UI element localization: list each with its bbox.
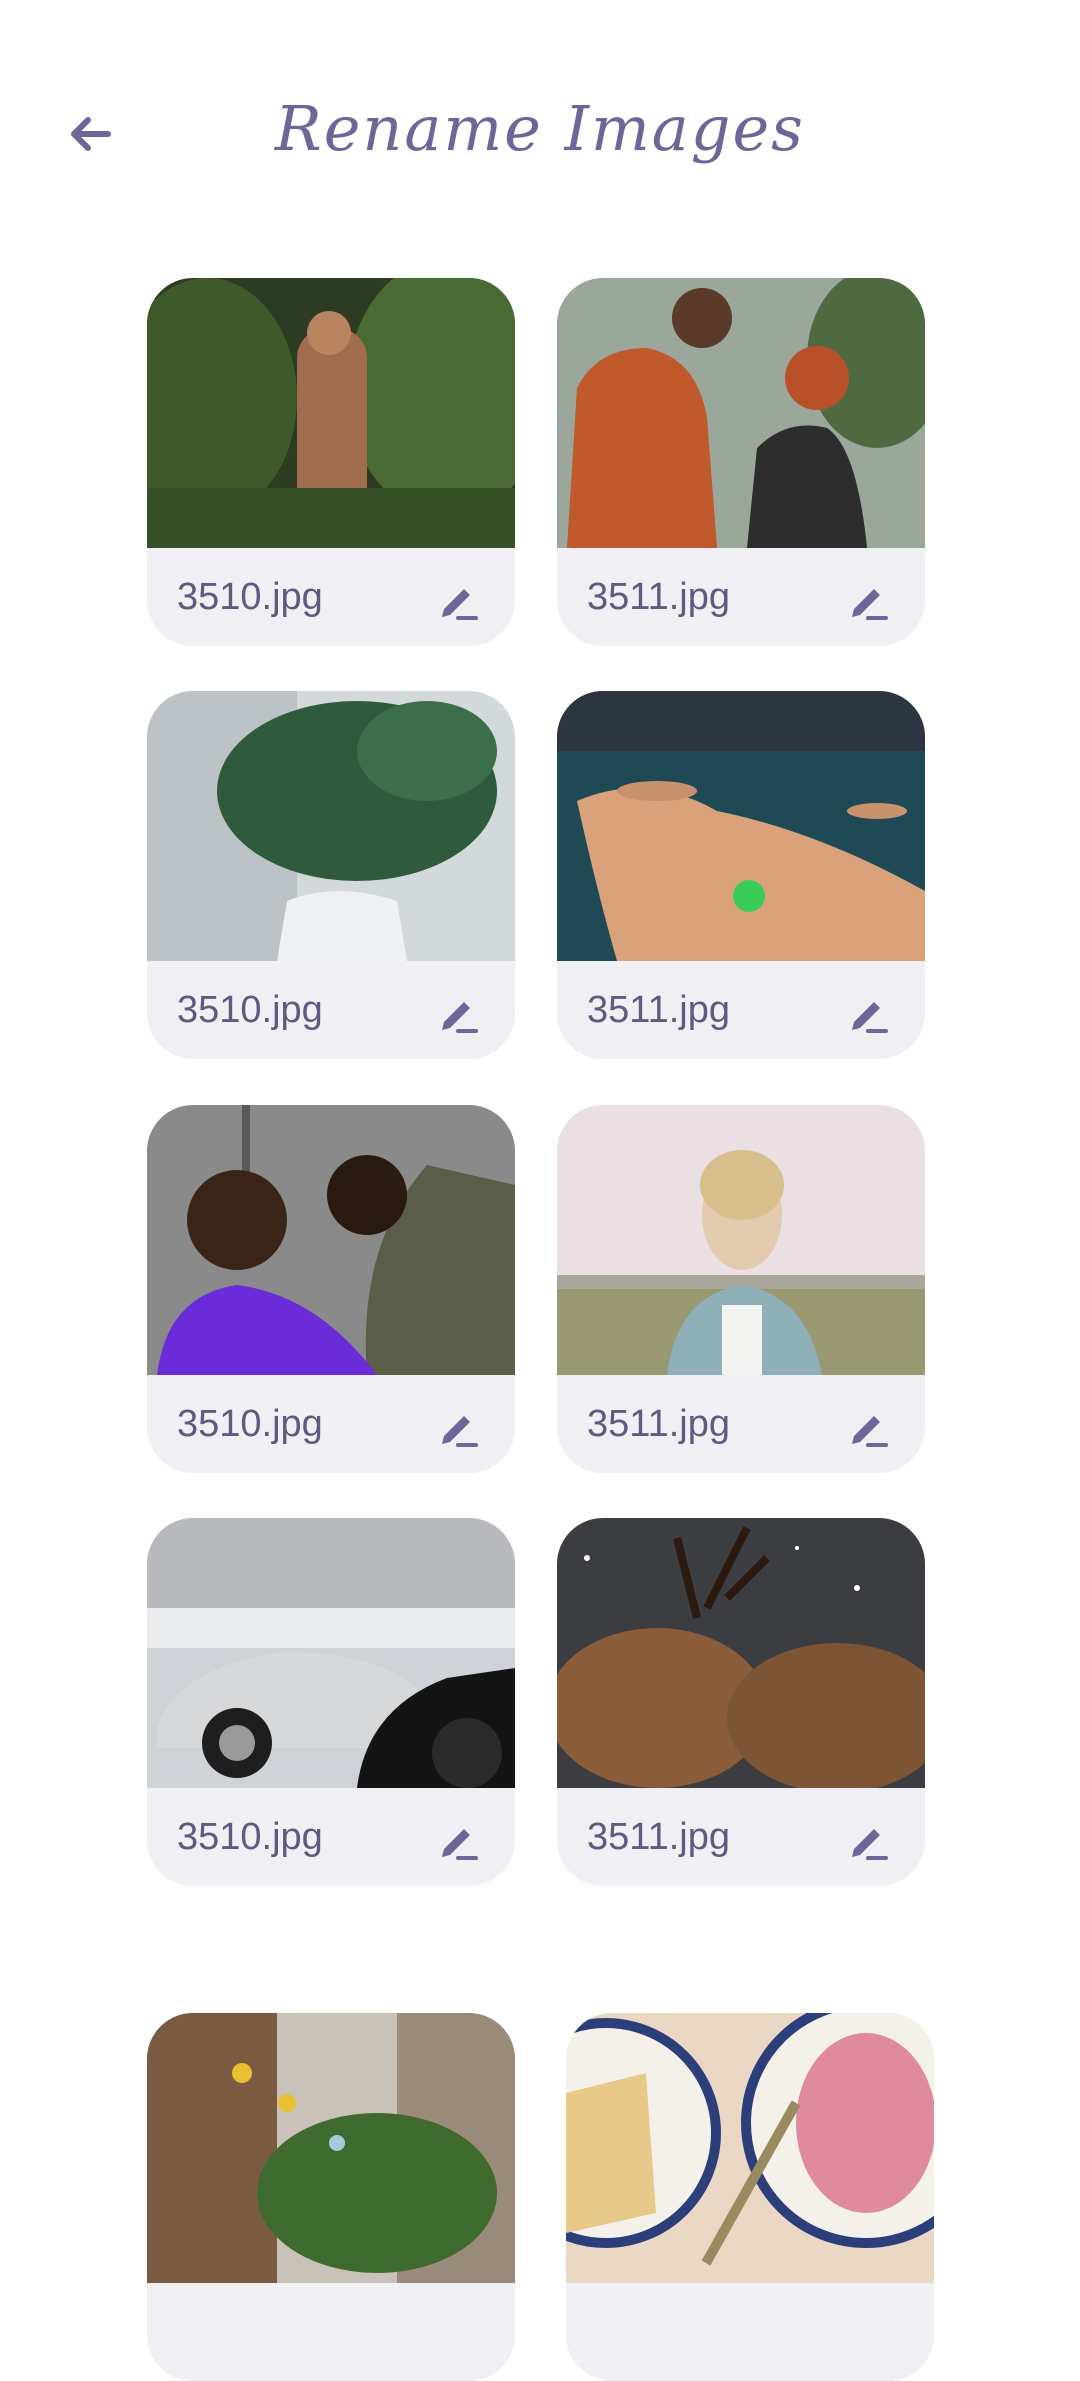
filename-label: 3510.jpg [177, 989, 323, 1031]
image-caption: 3511.jpg [557, 548, 925, 646]
pencil-icon [852, 1002, 888, 1033]
image-card[interactable]: 3510.jpg [147, 1518, 515, 1886]
filename-label: 3510.jpg [177, 1816, 323, 1858]
filename-label: 3511.jpg [587, 576, 730, 618]
edit-button[interactable] [843, 1814, 895, 1866]
image-thumbnail[interactable] [147, 1105, 515, 1375]
image-thumbnail[interactable] [557, 1105, 925, 1375]
image-caption: 3511.jpg [557, 961, 925, 1059]
pencil-icon [442, 1416, 478, 1447]
edit-button[interactable] [433, 1401, 485, 1453]
image-thumbnail[interactable] [147, 2013, 515, 2283]
image-thumbnail[interactable] [147, 691, 515, 961]
image-card[interactable]: 3511.jpg [557, 1105, 925, 1473]
image-caption: 3511.jpg [557, 1788, 925, 1886]
filename-label: 3511.jpg [587, 1816, 730, 1858]
image-card[interactable] [147, 2013, 515, 2381]
edit-button[interactable] [433, 1814, 485, 1866]
image-thumbnail[interactable] [147, 1518, 515, 1788]
pencil-icon [442, 1002, 478, 1033]
image-caption: 3510.jpg [147, 1375, 515, 1473]
filename-label: 3511.jpg [587, 1403, 730, 1445]
filename-label: 3510.jpg [177, 1403, 323, 1445]
image-card[interactable]: 3510.jpg [147, 278, 515, 646]
pencil-icon [442, 589, 478, 620]
pencil-icon [852, 1416, 888, 1447]
pencil-icon [852, 589, 888, 620]
edit-button[interactable] [843, 1401, 895, 1453]
image-card[interactable] [566, 2013, 934, 2381]
pencil-icon [852, 1829, 888, 1860]
image-caption [147, 2283, 515, 2381]
image-card[interactable]: 3511.jpg [557, 278, 925, 646]
edit-button[interactable] [843, 987, 895, 1039]
image-thumbnail[interactable] [557, 278, 925, 548]
image-thumbnail[interactable] [147, 278, 515, 548]
edit-button[interactable] [433, 987, 485, 1039]
filename-label: 3510.jpg [177, 576, 323, 618]
pencil-icon [442, 1829, 478, 1860]
image-caption: 3511.jpg [557, 1375, 925, 1473]
edit-button[interactable] [433, 574, 485, 626]
image-thumbnail[interactable] [557, 1518, 925, 1788]
image-grid: 3510.jpg 3511.jpg 3510.jpg 3511.jpg 3510… [0, 0, 1080, 2381]
image-card[interactable]: 3510.jpg [147, 1105, 515, 1473]
image-thumbnail[interactable] [566, 2013, 934, 2283]
edit-button[interactable] [843, 574, 895, 626]
image-card[interactable]: 3510.jpg [147, 691, 515, 1059]
image-card[interactable]: 3511.jpg [557, 691, 925, 1059]
filename-label: 3511.jpg [587, 989, 730, 1031]
image-caption: 3510.jpg [147, 1788, 515, 1886]
image-thumbnail[interactable] [557, 691, 925, 961]
image-card[interactable]: 3511.jpg [557, 1518, 925, 1886]
image-caption: 3510.jpg [147, 548, 515, 646]
image-caption: 3510.jpg [147, 961, 515, 1059]
image-caption [566, 2283, 934, 2381]
